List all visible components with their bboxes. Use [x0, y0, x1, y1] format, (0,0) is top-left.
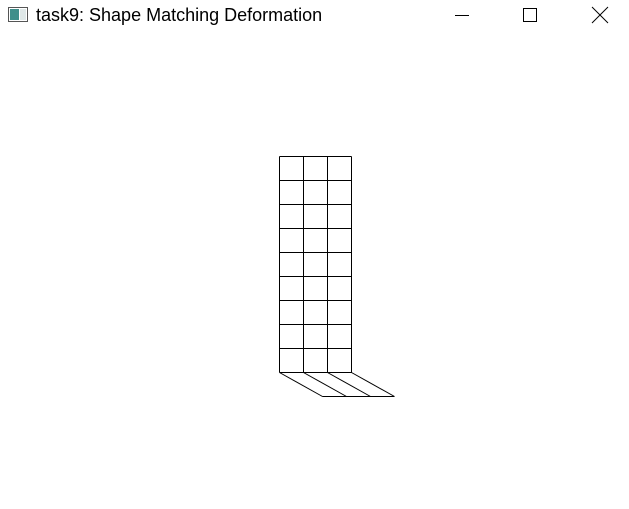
deformable-mesh — [279, 156, 395, 397]
mesh-sheared-edge — [279, 372, 323, 397]
maximize-icon — [523, 8, 537, 22]
close-icon — [591, 6, 609, 24]
app-window-icon — [8, 7, 28, 22]
mesh-sheared-edge — [327, 372, 371, 397]
mesh-sheared-edge — [303, 372, 347, 397]
minimize-button[interactable] — [439, 0, 485, 30]
minimize-icon — [455, 15, 469, 16]
app-window: task9: Shape Matching Deformation — [0, 0, 629, 509]
render-canvas — [279, 156, 395, 397]
title-bar[interactable]: task9: Shape Matching Deformation — [0, 0, 629, 30]
window-title: task9: Shape Matching Deformation — [36, 5, 323, 25]
close-button[interactable] — [577, 0, 623, 30]
maximize-button[interactable] — [507, 0, 553, 30]
mesh-sheared-edge — [351, 372, 395, 397]
